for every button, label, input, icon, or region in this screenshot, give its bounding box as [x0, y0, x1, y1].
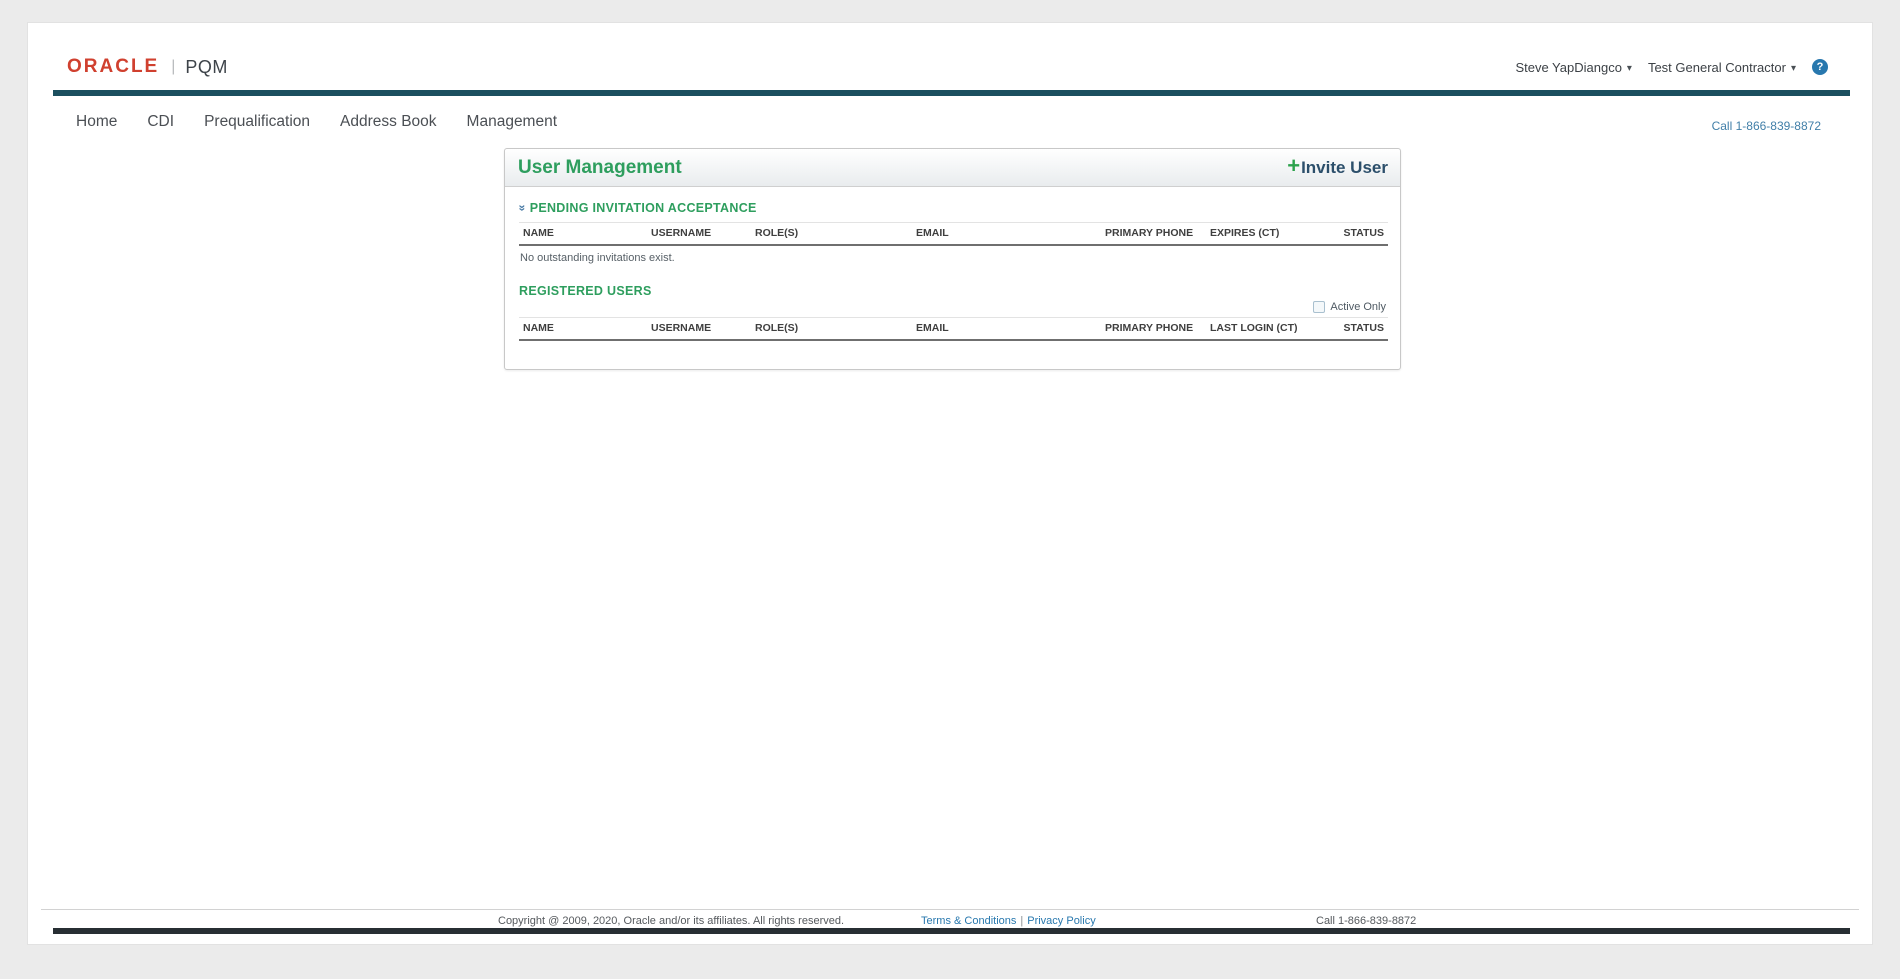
user-menu-label: Steve YapDiangco [1515, 60, 1621, 75]
footer-links: Terms & Conditions | Privacy Policy [921, 915, 1096, 927]
user-management-panel: User Management + Invite User » PENDING … [504, 148, 1401, 370]
panel-header: User Management + Invite User [505, 149, 1400, 187]
plus-icon: + [1287, 157, 1300, 175]
pending-empty-message: No outstanding invitations exist. [519, 246, 1386, 274]
col-last-login: LAST LOGIN (CT) [1206, 318, 1329, 341]
account-row: Steve YapDiangco ▾ Test General Contract… [1515, 59, 1828, 75]
col-username: USERNAME [647, 318, 751, 341]
col-roles: ROLE(S) [751, 223, 912, 246]
registered-section-heading: REGISTERED USERS [519, 284, 1386, 298]
help-icon[interactable]: ? [1812, 59, 1828, 75]
main-nav: Home CDI Prequalification Address Book M… [76, 105, 557, 139]
footer-pipe: | [1020, 915, 1023, 927]
user-menu[interactable]: Steve YapDiangco ▾ [1515, 60, 1632, 75]
brand-separator: | [171, 58, 175, 76]
privacy-link[interactable]: Privacy Policy [1027, 915, 1095, 927]
invite-user-label: Invite User [1301, 158, 1388, 178]
col-status: STATUS [1329, 223, 1388, 246]
header-divider-bar [53, 90, 1850, 96]
oracle-logo: ORACLE [67, 56, 159, 78]
product-name: PQM [185, 57, 228, 78]
panel-body: » PENDING INVITATION ACCEPTANCE NAME USE… [505, 187, 1400, 369]
invite-user-button[interactable]: + Invite User [1287, 157, 1388, 178]
footer-bottom-bar [53, 928, 1850, 934]
pending-header-row: NAME USERNAME ROLE(S) EMAIL PRIMARY PHON… [519, 223, 1388, 246]
col-email: EMAIL [912, 318, 1101, 341]
registered-users-table: NAME USERNAME ROLE(S) EMAIL PRIMARY PHON… [519, 317, 1388, 341]
pending-invitations-table: NAME USERNAME ROLE(S) EMAIL PRIMARY PHON… [519, 222, 1388, 246]
nav-item-cdi[interactable]: CDI [147, 113, 174, 131]
col-name: NAME [519, 318, 647, 341]
call-phone-link[interactable]: Call 1-866-839-8872 [1712, 119, 1821, 133]
copyright-text: Copyright @ 2009, 2020, Oracle and/or it… [498, 915, 844, 927]
col-status: STATUS [1329, 318, 1388, 341]
col-name: NAME [519, 223, 647, 246]
pending-heading-label: PENDING INVITATION ACCEPTANCE [530, 201, 757, 215]
chevron-down-icon: ▾ [1627, 63, 1632, 74]
pending-section-heading: » PENDING INVITATION ACCEPTANCE [519, 201, 1386, 215]
active-only-filter: Active Only [519, 298, 1386, 316]
col-username: USERNAME [647, 223, 751, 246]
brand-row: ORACLE | PQM [67, 54, 228, 80]
org-menu[interactable]: Test General Contractor ▾ [1648, 60, 1796, 75]
nav-item-home[interactable]: Home [76, 113, 117, 131]
registered-header-row: NAME USERNAME ROLE(S) EMAIL PRIMARY PHON… [519, 318, 1388, 341]
nav-item-management[interactable]: Management [467, 113, 557, 131]
org-menu-label: Test General Contractor [1648, 60, 1786, 75]
footer-divider [41, 909, 1859, 910]
active-only-checkbox[interactable] [1313, 301, 1325, 313]
nav-item-prequalification[interactable]: Prequalification [204, 113, 310, 131]
col-primary-phone: PRIMARY PHONE [1101, 318, 1206, 341]
nav-item-address-book[interactable]: Address Book [340, 113, 437, 131]
col-email: EMAIL [912, 223, 1101, 246]
col-expires: EXPIRES (CT) [1206, 223, 1329, 246]
page-card: ORACLE | PQM Steve YapDiangco ▾ Test Gen… [27, 22, 1873, 945]
registered-heading-label: REGISTERED USERS [519, 284, 652, 298]
footer-call-text: Call 1-866-839-8872 [1316, 915, 1416, 927]
col-roles: ROLE(S) [751, 318, 912, 341]
col-primary-phone: PRIMARY PHONE [1101, 223, 1206, 246]
collapse-chevron-icon[interactable]: » [517, 205, 527, 212]
active-only-label: Active Only [1330, 301, 1386, 313]
terms-link[interactable]: Terms & Conditions [921, 915, 1016, 927]
page-title: User Management [518, 157, 682, 179]
chevron-down-icon: ▾ [1791, 63, 1796, 74]
